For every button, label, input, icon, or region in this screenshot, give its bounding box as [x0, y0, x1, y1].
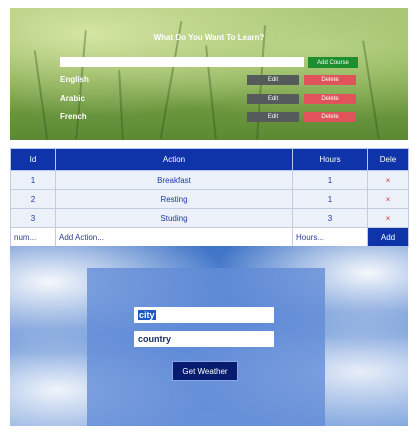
cell-action: Studing	[55, 208, 293, 228]
add-course-button[interactable]: Add Course	[308, 57, 358, 68]
edit-button[interactable]: Edit	[247, 112, 299, 122]
country-input[interactable]: country	[134, 331, 274, 347]
table-row: 1 Breakfast 1 ×	[10, 170, 409, 190]
column-header-id: Id	[10, 148, 56, 171]
course-row: Arabic Edit Delete	[60, 94, 360, 106]
column-header-hours: Hours	[292, 148, 368, 171]
add-action-button[interactable]: Add	[367, 227, 409, 247]
course-name: English	[60, 75, 89, 84]
cell-action: Breakfast	[55, 170, 293, 190]
table-header-row: Id Action Hours Dele	[10, 148, 409, 171]
delete-button[interactable]: Delete	[304, 94, 356, 104]
cell-id: 3	[10, 208, 56, 228]
grass-decoration	[362, 40, 380, 140]
delete-row-icon[interactable]: ×	[367, 170, 409, 190]
hours-input[interactable]: Hours...	[292, 227, 368, 247]
course-name: Arabic	[60, 94, 85, 103]
actions-table: Id Action Hours Dele 1 Breakfast 1 × 2 R…	[10, 148, 409, 247]
cell-id: 2	[10, 189, 56, 209]
grass-decoration	[33, 50, 49, 140]
column-header-action: Action	[55, 148, 293, 171]
id-input[interactable]: num...	[10, 227, 56, 247]
actions-table-panel: Id Action Hours Dele 1 Breakfast 1 × 2 R…	[10, 148, 409, 247]
course-row: French Edit Delete	[60, 112, 360, 124]
cell-hours: 3	[292, 208, 368, 228]
column-header-delete: Dele	[367, 148, 409, 171]
add-action-row: num... Add Action... Hours... Add	[10, 227, 409, 247]
action-input[interactable]: Add Action...	[55, 227, 293, 247]
delete-button[interactable]: Delete	[304, 112, 356, 122]
delete-row-icon[interactable]: ×	[367, 208, 409, 228]
delete-button[interactable]: Delete	[304, 75, 356, 85]
courses-heading: What Do You Want To Learn?	[153, 33, 265, 42]
weather-form: city country Get Weather	[87, 268, 325, 426]
course-input[interactable]	[60, 57, 304, 67]
table-row: 2 Resting 1 ×	[10, 189, 409, 209]
delete-row-icon[interactable]: ×	[367, 189, 409, 209]
get-weather-button[interactable]: Get Weather	[172, 361, 238, 381]
table-row: 3 Studing 3 ×	[10, 208, 409, 228]
cell-hours: 1	[292, 189, 368, 209]
edit-button[interactable]: Edit	[247, 75, 299, 85]
cell-hours: 1	[292, 170, 368, 190]
course-name: French	[60, 112, 87, 121]
weather-panel: city country Get Weather	[10, 246, 408, 426]
city-input[interactable]: city	[134, 307, 274, 323]
courses-panel: What Do You Want To Learn? Add Course En…	[10, 8, 408, 140]
edit-button[interactable]: Edit	[247, 94, 299, 104]
cell-id: 1	[10, 170, 56, 190]
city-input-selected-text: city	[138, 310, 156, 320]
course-row: English Edit Delete	[60, 75, 360, 87]
cell-action: Resting	[55, 189, 293, 209]
